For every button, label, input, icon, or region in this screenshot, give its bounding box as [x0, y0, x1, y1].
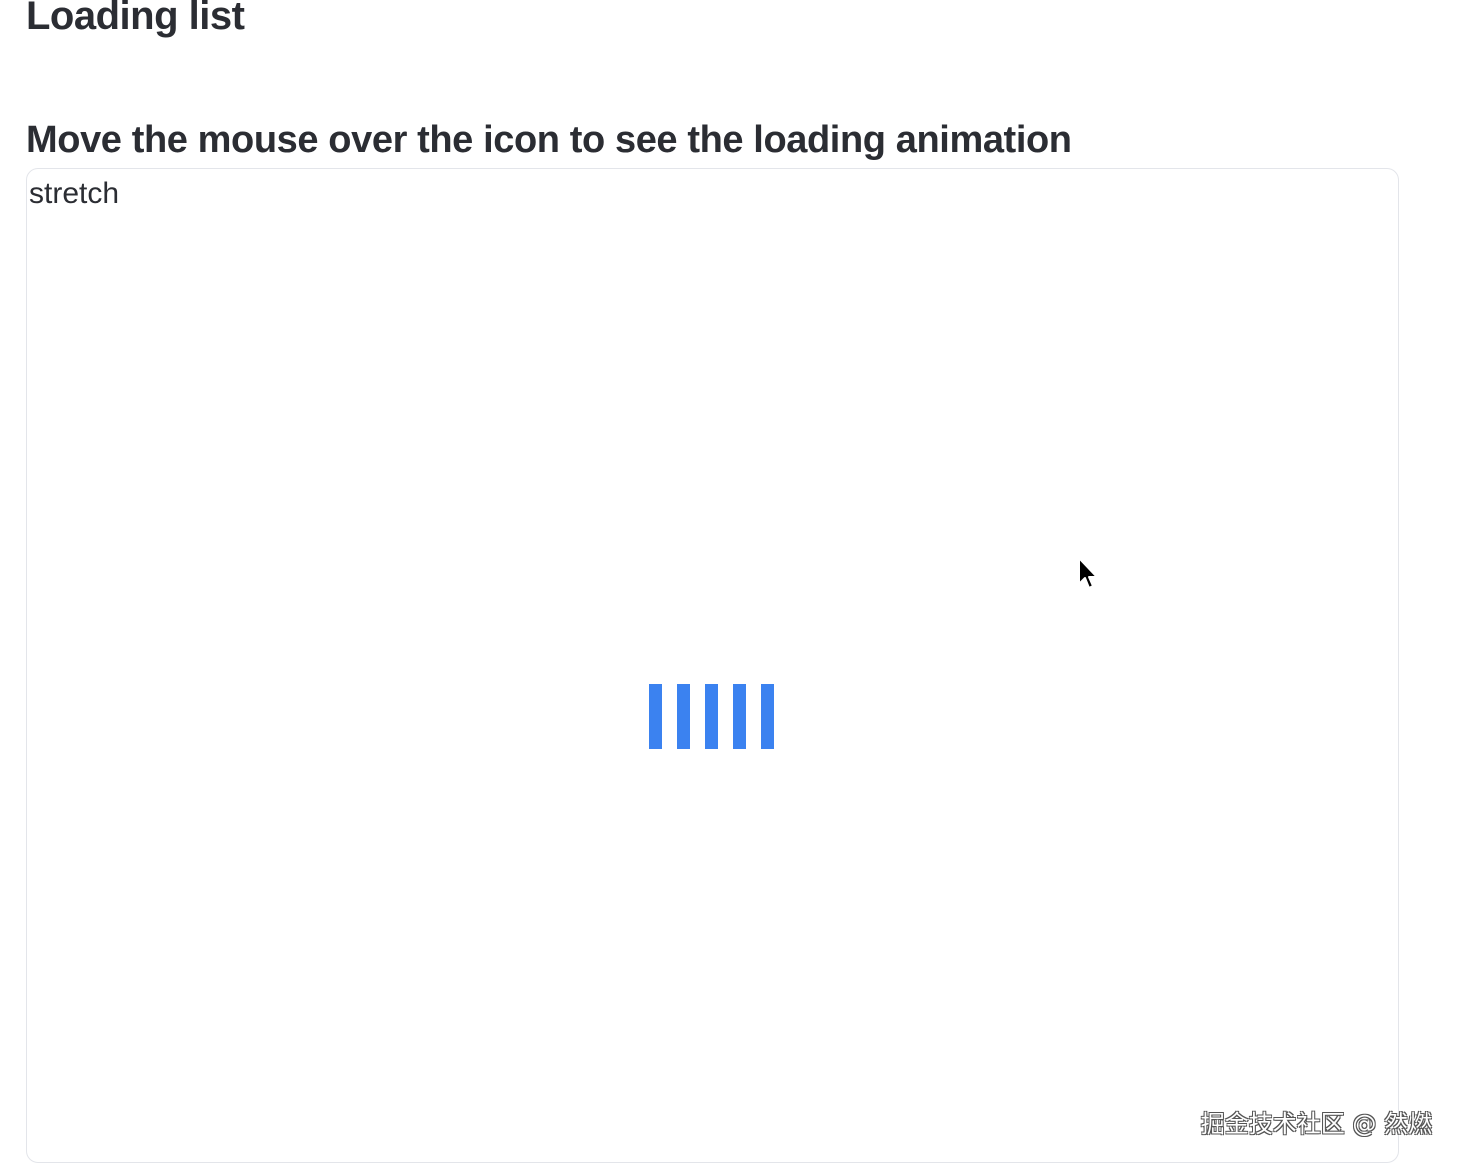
loader-bar: [761, 683, 774, 749]
mouse-pointer-icon: [1078, 557, 1098, 589]
loader-bar: [733, 683, 746, 749]
page-title: Loading list: [26, 0, 245, 38]
section-title: Move the mouse over the icon to see the …: [26, 119, 1072, 161]
loading-demo-card: stretch: [26, 168, 1399, 1163]
loader-bar: [705, 683, 718, 749]
stretch-loading-icon[interactable]: [649, 683, 774, 749]
loader-bar: [649, 683, 662, 749]
loader-name-label: stretch: [29, 177, 120, 210]
loader-bar: [677, 683, 690, 749]
watermark-text: 掘金技术社区 @ 然燃: [1200, 1110, 1432, 1138]
